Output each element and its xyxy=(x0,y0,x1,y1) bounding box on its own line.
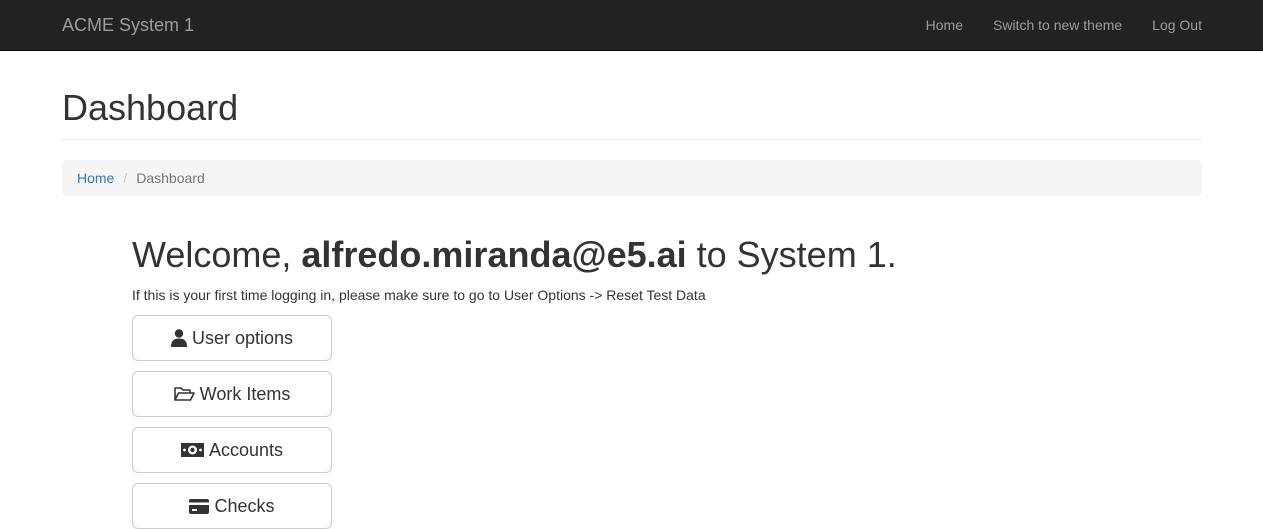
breadcrumb-separator: / xyxy=(123,170,128,186)
nav-links: Home Switch to new theme Log Out xyxy=(896,0,1202,50)
top-navbar: ACME System 1 Home Switch to new theme L… xyxy=(0,0,1263,51)
first-login-info: If this is your first time logging in, p… xyxy=(132,287,706,303)
brand-link[interactable]: ACME System 1 xyxy=(62,14,194,36)
welcome-heading: Welcome, alfredo.miranda@e5.ai to System… xyxy=(132,233,897,277)
nav-logout-link[interactable]: Log Out xyxy=(1152,15,1202,35)
checks-button[interactable]: Checks xyxy=(132,483,332,529)
page-header: Dashboard xyxy=(62,88,1202,140)
page-title: Dashboard xyxy=(62,87,239,128)
nav-switch-theme-link[interactable]: Switch to new theme xyxy=(993,15,1122,35)
checks-label: Checks xyxy=(214,495,275,516)
breadcrumb-home-link[interactable]: Home xyxy=(77,170,114,186)
folder-open-icon xyxy=(173,386,195,402)
user-options-button[interactable]: User options xyxy=(132,315,332,361)
work-items-button[interactable]: Work Items xyxy=(132,371,332,417)
nav-home-link[interactable]: Home xyxy=(926,15,963,35)
user-options-label: User options xyxy=(191,327,294,348)
breadcrumb: Home / Dashboard xyxy=(62,160,1202,196)
work-items-label: Work Items xyxy=(199,383,291,404)
credit-card-icon xyxy=(189,498,210,514)
welcome-prefix: Welcome, xyxy=(132,234,302,275)
accounts-button[interactable]: Accounts xyxy=(132,427,332,473)
breadcrumb-current: Dashboard xyxy=(136,170,205,186)
money-icon xyxy=(180,443,204,457)
welcome-suffix: to System 1. xyxy=(686,234,897,275)
user-icon xyxy=(170,329,187,347)
accounts-label: Accounts xyxy=(208,439,284,460)
welcome-user: alfredo.miranda@e5.ai xyxy=(301,234,687,275)
